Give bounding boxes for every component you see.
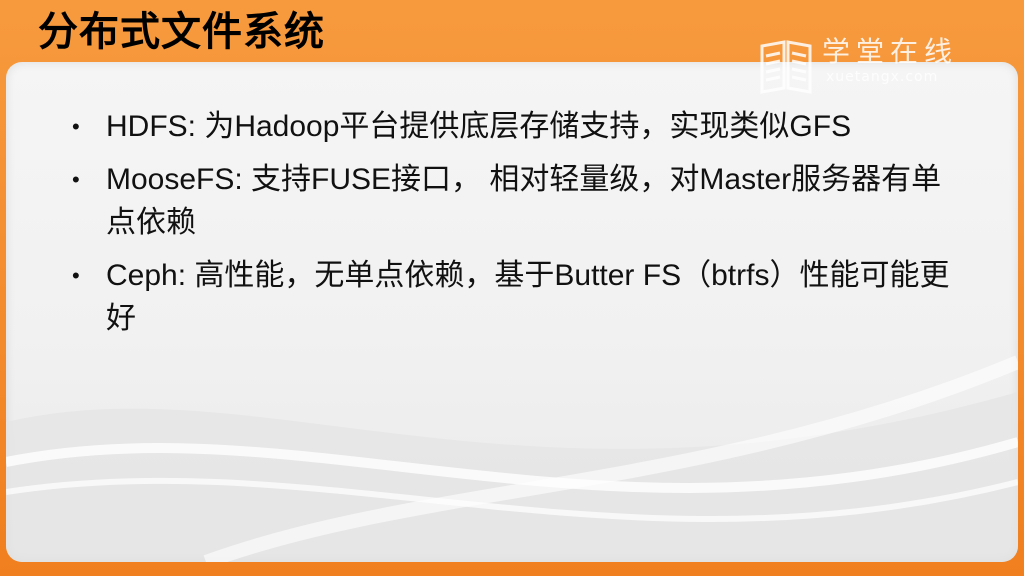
- bullet-text: Ceph: 高性能，无单点依赖，基于Butter FS（btrfs）性能可能更好: [106, 259, 950, 335]
- bullet-list: • HDFS: 为Hadoop平台提供底层存储支持，实现类似GFS • Moos…: [72, 105, 952, 350]
- bullet-moosefs: • MooseFS: 支持FUSE接口， 相对轻量级，对Master服务器有单点…: [72, 158, 952, 244]
- bullet-dot: •: [72, 114, 80, 139]
- bullet-hdfs: • HDFS: 为Hadoop平台提供底层存储支持，实现类似GFS: [72, 105, 952, 148]
- bullet-ceph: • Ceph: 高性能，无单点依赖，基于Butter FS（btrfs）性能可能…: [72, 254, 952, 340]
- bullet-dot: •: [72, 263, 80, 288]
- bullet-text: MooseFS: 支持FUSE接口， 相对轻量级，对Master服务器有单点依赖: [106, 163, 942, 239]
- logo-name-en: xuetangx.com: [826, 69, 939, 85]
- xuetangx-logo: 学堂在线 xuetangx.com: [756, 36, 966, 98]
- open-book-icon: [760, 40, 812, 94]
- bullet-text: HDFS: 为Hadoop平台提供底层存储支持，实现类似GFS: [106, 110, 852, 143]
- logo-name-cn: 学堂在线: [822, 35, 959, 68]
- bullet-dot: •: [72, 167, 80, 192]
- slide-title: 分布式文件系统: [38, 9, 325, 55]
